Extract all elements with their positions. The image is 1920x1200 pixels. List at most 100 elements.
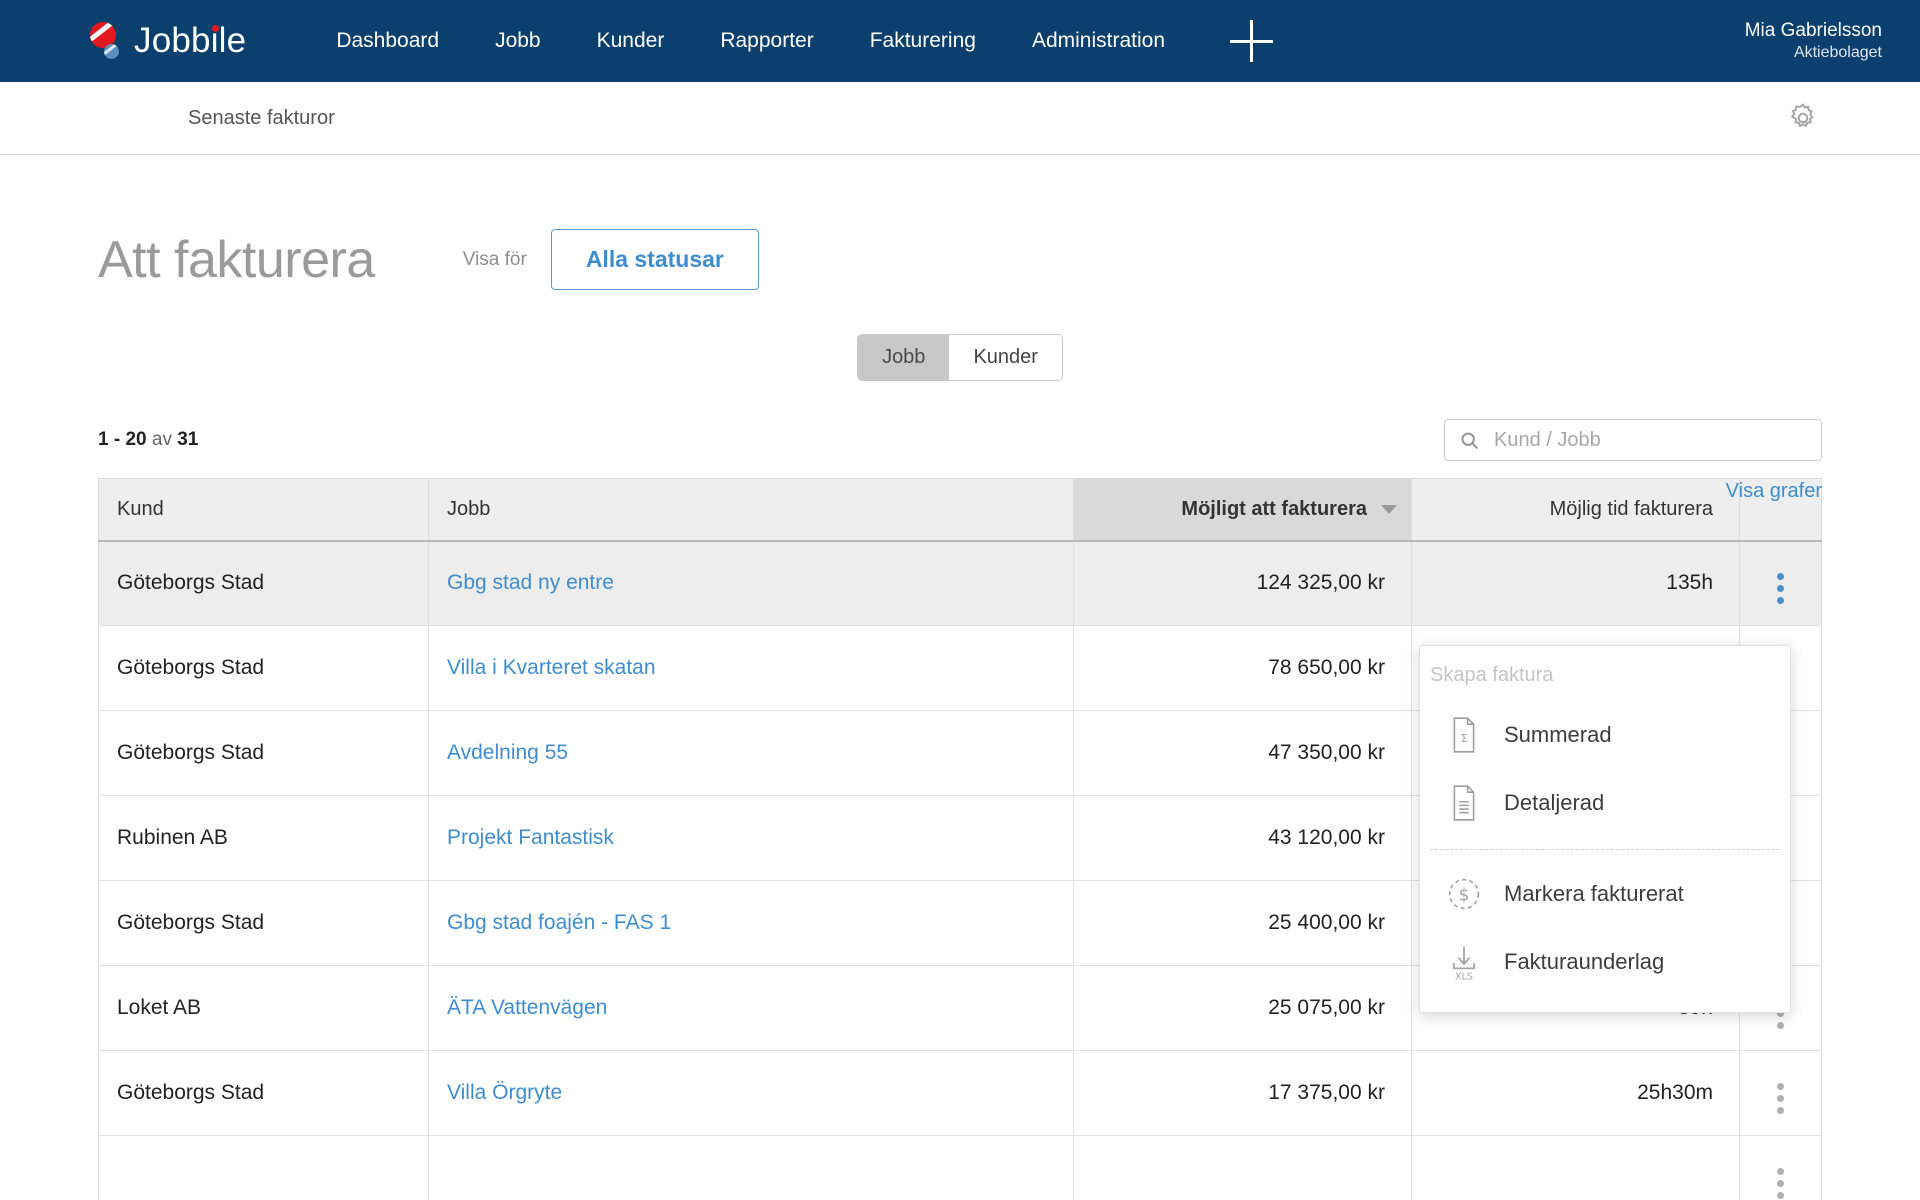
table-header-row: Kund Jobb Möjligt att fakturera Möjlig t…	[98, 478, 1822, 542]
document-lines-icon	[1436, 785, 1492, 821]
result-of-word: av	[151, 429, 172, 450]
cell-jobb: Avdelning 55	[428, 710, 1074, 796]
primary-nav-items: Dashboard Jobb Kunder Rapporter Fakturer…	[308, 18, 1275, 64]
context-menu-item-detaljerad[interactable]: Detaljerad	[1420, 769, 1790, 837]
user-account-menu[interactable]: Mia Gabrielsson Aktiebolaget	[1745, 19, 1882, 63]
search-placeholder: Kund / Jobb	[1494, 428, 1601, 451]
context-menu-label: Summerad	[1504, 722, 1612, 747]
job-link[interactable]: ÄTA Vattenvägen	[447, 996, 607, 1019]
row-actions-menu-icon[interactable]	[1777, 1083, 1784, 1114]
cell-kund: Göteborgs Stad	[98, 710, 429, 796]
job-link[interactable]: Avdelning 55	[447, 741, 568, 764]
page-header-row: Att fakturera Visa för Alla statusar	[98, 155, 1822, 290]
page-title: Att fakturera	[98, 230, 375, 289]
cell-kund: Göteborgs Stad	[98, 880, 429, 966]
cell-actions	[1739, 540, 1822, 626]
job-link[interactable]: Villa i Kvarteret skatan	[447, 656, 656, 679]
table-header: Kund Jobb Möjligt att fakturera Möjlig t…	[98, 478, 1822, 542]
secondary-bar: Senaste fakturor	[0, 82, 1920, 155]
cell-time	[1411, 1135, 1740, 1200]
result-total: 31	[177, 429, 199, 450]
nav-item-jobb[interactable]: Jobb	[467, 29, 569, 53]
column-header-amount-label: Möjligt att fakturera	[1181, 497, 1367, 520]
cell-amount: 47 350,00 kr	[1073, 710, 1412, 796]
cell-kund: Göteborgs Stad	[98, 1050, 429, 1136]
cell-jobb: Projekt Fantastisk	[428, 795, 1074, 881]
cell-actions	[1739, 1050, 1822, 1136]
app-logo[interactable]: Jobbile	[88, 19, 246, 63]
column-header-amount[interactable]: Möjligt att fakturera	[1073, 478, 1412, 542]
table-row[interactable]	[98, 1135, 1822, 1200]
document-sum-icon: Σ	[1436, 717, 1492, 753]
cell-amount: 25 400,00 kr	[1073, 880, 1412, 966]
breadcrumb-latest-invoices[interactable]: Senaste fakturor	[188, 107, 335, 130]
column-header-jobb[interactable]: Jobb	[428, 478, 1074, 542]
context-menu-label: Markera fakturerat	[1504, 881, 1684, 906]
nav-item-dashboard[interactable]: Dashboard	[308, 29, 467, 53]
cell-amount: 43 120,00 kr	[1073, 795, 1412, 881]
user-name: Mia Gabrielsson	[1744, 20, 1882, 41]
status-filter-button[interactable]: Alla statusar	[550, 229, 759, 290]
logo-mark-icon	[88, 19, 132, 63]
top-navigation-bar: Jobbile Dashboard Jobb Kunder Rapporter …	[0, 0, 1920, 82]
cell-jobb: Gbg stad foajén - FAS 1	[428, 880, 1074, 966]
cell-jobb: ÄTA Vattenvägen	[428, 965, 1074, 1051]
cell-jobb: Gbg stad ny entre	[428, 540, 1074, 626]
cell-time: 25h30m	[1411, 1050, 1740, 1136]
view-toggle-wrapper: Jobb Kunder	[98, 334, 1822, 381]
cell-jobb	[428, 1135, 1074, 1200]
filter-label: Visa för	[462, 248, 527, 270]
download-xls-icon: XLS	[1436, 943, 1492, 981]
toggle-option-jobb[interactable]: Jobb	[858, 335, 950, 380]
gear-icon[interactable]	[1786, 101, 1820, 135]
user-organization: Aktiebolaget	[1793, 44, 1882, 61]
view-toggle: Jobb Kunder	[857, 334, 1063, 381]
logo-wordmark: Jobbile	[134, 21, 246, 61]
cell-kund	[98, 1135, 429, 1200]
plus-icon[interactable]	[1229, 18, 1275, 64]
nav-item-rapporter[interactable]: Rapporter	[692, 29, 841, 53]
cell-jobb: Villa Örgryte	[428, 1050, 1074, 1136]
svg-text:Σ: Σ	[1461, 732, 1468, 745]
cell-kund: Göteborgs Stad	[98, 540, 429, 626]
cell-kund: Loket AB	[98, 965, 429, 1051]
nav-item-fakturering[interactable]: Fakturering	[842, 29, 1004, 53]
context-menu-item-markera-fakturerat[interactable]: $ Markera fakturerat	[1420, 860, 1790, 928]
column-header-time[interactable]: Möjlig tid fakturera	[1411, 478, 1740, 542]
table-row[interactable]: Göteborgs Stad Villa Örgryte 17 375,00 k…	[98, 1050, 1822, 1136]
job-link[interactable]: Gbg stad ny entre	[447, 571, 614, 594]
logo-blue-sphere-icon	[104, 44, 119, 59]
search-input[interactable]: Kund / Jobb	[1444, 419, 1822, 461]
row-actions-menu-icon[interactable]	[1777, 573, 1784, 605]
job-link[interactable]: Gbg stad foajén - FAS 1	[447, 911, 671, 934]
cell-amount: 17 375,00 kr	[1073, 1050, 1412, 1136]
table-row[interactable]: Göteborgs Stad Gbg stad ny entre 124 325…	[98, 540, 1822, 626]
context-menu-item-summerad[interactable]: Σ Summerad	[1420, 701, 1790, 769]
cell-kund: Rubinen AB	[98, 795, 429, 881]
cell-time: 135h	[1411, 540, 1740, 626]
cell-amount: 25 075,00 kr	[1073, 965, 1412, 1051]
search-icon	[1461, 431, 1479, 449]
context-menu-item-fakturaunderlag[interactable]: XLS Fakturaunderlag	[1420, 928, 1790, 996]
row-actions-menu-icon[interactable]	[1777, 1168, 1784, 1199]
cell-actions	[1739, 1135, 1822, 1200]
cell-amount: 78 650,00 kr	[1073, 625, 1412, 711]
sort-descending-caret-icon	[1381, 504, 1397, 514]
context-menu-separator	[1430, 849, 1780, 850]
row-context-menu: Skapa faktura Σ Summerad Detaljerad $ Ma…	[1419, 645, 1791, 1013]
logo-text: Jobbile	[134, 21, 247, 60]
nav-item-administration[interactable]: Administration	[1004, 29, 1193, 53]
column-header-kund[interactable]: Kund	[98, 478, 429, 542]
context-menu-label: Detaljerad	[1504, 790, 1605, 815]
job-link[interactable]: Projekt Fantastisk	[447, 826, 614, 849]
result-count: 1 - 20 av 31	[98, 429, 198, 451]
job-link[interactable]: Villa Örgryte	[447, 1081, 562, 1104]
toggle-option-kunder[interactable]: Kunder	[949, 335, 1062, 380]
context-menu-label: Fakturaunderlag	[1504, 949, 1665, 974]
result-range: 1 - 20	[98, 429, 147, 450]
context-menu-heading: Skapa faktura	[1430, 664, 1554, 686]
cell-kund: Göteborgs Stad	[98, 625, 429, 711]
list-meta-row: 1 - 20 av 31 Kund / Jobb	[98, 419, 1822, 461]
show-graphs-link[interactable]: Visa grafer	[1726, 480, 1822, 503]
nav-item-kunder[interactable]: Kunder	[569, 29, 693, 53]
